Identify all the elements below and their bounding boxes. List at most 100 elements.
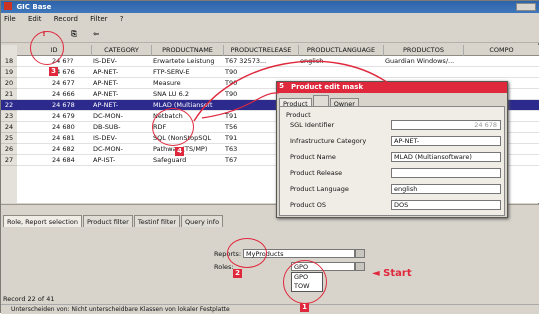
roles-dropdown-arrow-icon[interactable] <box>355 262 365 271</box>
row-number: 23 <box>1 111 17 122</box>
field-label: Product OS <box>290 201 326 209</box>
row-number: 26 <box>1 144 17 155</box>
menu-help[interactable]: ? <box>120 15 124 23</box>
dialog-body: Product SGL Identifier 24 678 Infrastruc… <box>279 106 505 216</box>
copy-icon[interactable]: ⎘ <box>67 28 81 40</box>
field-label: Product Release <box>290 169 343 177</box>
cell-category: AP-NET- <box>93 79 119 87</box>
table-row[interactable]: 24 6?? IS-DEV- Erwartete Leistung T67 32… <box>17 56 539 67</box>
cell-productname: SNA LU 6.2 <box>153 90 189 98</box>
cell-category: IS-DEV- <box>93 134 117 142</box>
sgl-identifier-field[interactable]: 24 678 <box>391 120 501 130</box>
tab-testinf-filter[interactable]: Testinf filter <box>133 215 181 227</box>
cell-productrelease: T91 <box>225 112 238 120</box>
app-window: GIC Base File Edit Record Filter ? ! ⎘ ⇦… <box>0 0 539 314</box>
row-number: 22 <box>1 100 17 111</box>
cell-category: DC-MON- <box>93 145 123 153</box>
column-header-productrelease[interactable]: PRODUCTRELEASE <box>224 45 299 56</box>
cell-productname: Pathway (TS/MP) <box>153 145 208 153</box>
roles-label: Roles: <box>214 263 234 271</box>
cell-id: 24 681 <box>52 134 75 142</box>
menu-bar: File Edit Record Filter ? <box>1 13 539 25</box>
window-controls[interactable] <box>516 3 536 11</box>
cell-productname: Measure <box>153 79 181 87</box>
dialog-title: Product edit mask <box>277 82 507 93</box>
product-os-field[interactable]: DOS <box>391 200 501 210</box>
cell-id: 24 684 <box>52 156 75 164</box>
row-number: 21 <box>1 89 17 100</box>
highlight-circle-4 <box>152 108 194 146</box>
cell-category: DB-SUB- <box>93 123 121 131</box>
status-record: Record 22 of 41 <box>1 294 539 304</box>
start-annotation: ◄ Start <box>372 268 412 279</box>
cell-id: 24 679 <box>52 112 75 120</box>
cell-productname: Safeguard <box>153 156 187 164</box>
product-language-field[interactable]: english <box>391 184 501 194</box>
cell-productrelease: T67 32573... <box>225 57 267 65</box>
field-label: Product Name <box>290 153 336 161</box>
table-row[interactable]: 24 676 AP-NET- FTP-SERV-E T90 <box>17 67 539 78</box>
row-number-column: 18 19 20 21 22 23 24 25 26 27 <box>1 45 17 203</box>
cell-productos: Guardian Windows/... <box>385 57 455 65</box>
cell-category: AP-NET- <box>93 90 119 98</box>
cell-category: DC-MON- <box>93 112 123 120</box>
menu-filter[interactable]: Filter <box>90 15 107 23</box>
highlight-circle-3 <box>30 31 64 65</box>
row-number: 25 <box>1 133 17 144</box>
cell-productrelease: T56 <box>225 123 238 131</box>
row-number: 20 <box>1 78 17 89</box>
back-arrow-icon[interactable]: ⇦ <box>89 28 103 40</box>
query-panel: Role, Report selection Product filter Test… <box>1 204 539 300</box>
cell-productrelease: T67 <box>225 156 238 164</box>
product-edit-dialog: Product edit mask Product Owner Product S… <box>276 81 508 218</box>
column-header-productlanguage[interactable]: PRODUCTLANGUAGE <box>299 45 384 56</box>
column-header-compo[interactable]: COMPO <box>464 45 539 56</box>
field-label: Infrastructure Category <box>290 137 367 145</box>
window-title: GIC Base <box>16 3 52 11</box>
marker-2: 2 <box>233 269 242 278</box>
cell-productname: Erwartete Leistung <box>153 57 215 65</box>
title-bar: GIC Base <box>1 1 539 13</box>
field-label: SGL Identifier <box>290 121 335 129</box>
cell-productrelease: T90 <box>225 68 238 76</box>
row-number: 27 <box>1 155 17 166</box>
column-header-productname[interactable]: PRODUCTNAME <box>152 45 224 56</box>
marker-1: 1 <box>300 303 309 312</box>
menu-edit[interactable]: Edit <box>28 15 42 23</box>
cell-id: 24 680 <box>52 123 75 131</box>
cell-id: 24 678 <box>52 101 75 109</box>
table-header: ID CATEGORY PRODUCTNAME PRODUCTRELEASE P… <box>17 45 539 56</box>
reports-dropdown-arrow-icon[interactable] <box>355 249 365 258</box>
cell-category: IS-DEV- <box>93 57 117 65</box>
cell-id: 24 677 <box>52 79 75 87</box>
cell-id: 24 666 <box>52 90 75 98</box>
panel-tabs: Role, Report selection Product filter Test… <box>3 215 224 227</box>
highlight-circle-1 <box>283 260 327 304</box>
column-header-category[interactable]: CATEGORY <box>92 45 152 56</box>
field-label: Product Language <box>290 185 349 193</box>
cell-productrelease: T90 <box>225 79 238 87</box>
marker-5: 5 <box>277 82 286 91</box>
tab-product-filter[interactable]: Product filter <box>82 215 133 227</box>
cell-id: 24 682 <box>52 145 75 153</box>
cell-category: AP-NET- <box>93 68 119 76</box>
marker-4: 4 <box>175 147 184 156</box>
cell-productrelease: T90 <box>225 90 238 98</box>
menu-file[interactable]: File <box>4 15 16 23</box>
row-number: 19 <box>1 67 17 78</box>
column-header-productos[interactable]: PRODUCTOS <box>384 45 464 56</box>
tab-role-report[interactable]: Role, Report selection <box>3 215 82 227</box>
cell-productname: FTP-SERV-E <box>153 68 190 76</box>
app-logo-icon <box>4 2 12 10</box>
toolbar: ! ⎘ ⇦ <box>1 25 539 43</box>
dialog-tab-blank[interactable] <box>312 95 329 106</box>
tab-query-info[interactable]: Query info <box>181 215 224 227</box>
cell-productrelease: T63 <box>225 145 238 153</box>
highlight-circle-2 <box>227 238 267 268</box>
product-release-field[interactable] <box>391 168 501 178</box>
menu-record[interactable]: Record <box>54 15 78 23</box>
infrastructure-category-field[interactable]: AP-NET- <box>391 136 501 146</box>
product-name-field[interactable]: MLAD (Multiansoftware) <box>391 152 501 162</box>
section-label: Product <box>286 111 311 119</box>
cell-category: AP-IST- <box>93 156 116 164</box>
